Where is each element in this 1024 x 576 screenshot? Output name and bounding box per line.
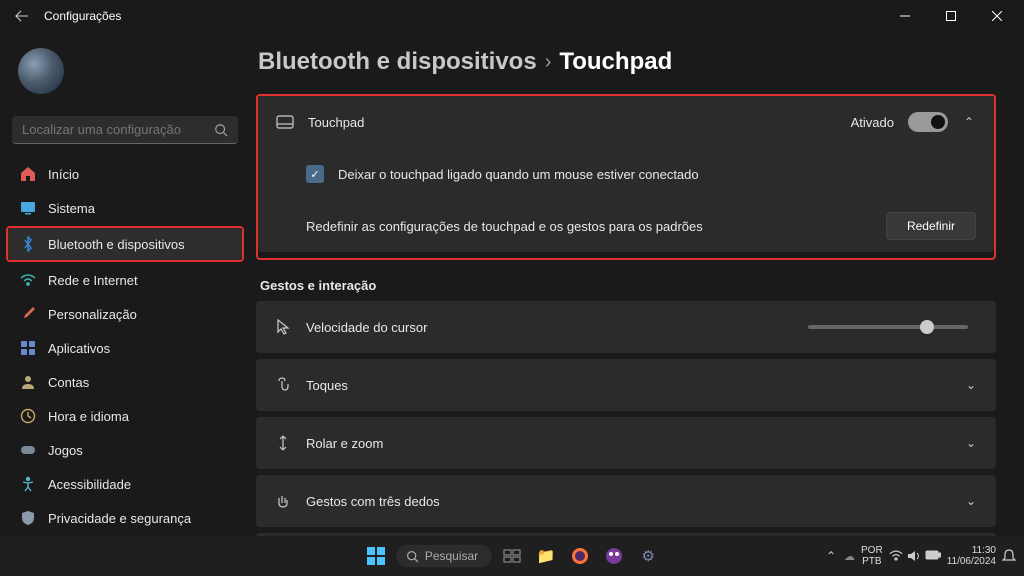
person-icon — [20, 374, 36, 390]
accessibility-icon — [20, 476, 36, 492]
wifi-icon — [20, 272, 36, 288]
scroll-zoom-label: Rolar e zoom — [306, 436, 950, 451]
clock-icon — [20, 408, 36, 424]
chevron-right-icon: › — [545, 51, 552, 74]
slider-thumb[interactable] — [920, 320, 934, 334]
sidebar-item-label: Início — [48, 167, 79, 182]
sidebar-item-time[interactable]: Hora e idioma — [8, 400, 242, 432]
start-button[interactable] — [362, 542, 390, 570]
cursor-speed-slider[interactable] — [808, 325, 968, 329]
back-button[interactable] — [12, 6, 32, 26]
explorer-icon[interactable]: 📁 — [532, 542, 560, 570]
keep-touchpad-label: Deixar o touchpad ligado quando um mouse… — [338, 167, 976, 182]
breadcrumb-parent[interactable]: Bluetooth e dispositivos — [258, 48, 537, 76]
close-button[interactable] — [974, 0, 1020, 32]
home-icon — [20, 166, 36, 182]
avatar — [18, 48, 64, 94]
settings-taskbar-icon[interactable]: ⚙ — [634, 542, 662, 570]
app-icon[interactable] — [600, 542, 628, 570]
tray-expand-icon[interactable]: ⌃ — [824, 549, 838, 563]
content: Bluetooth e dispositivos › Touchpad Touc… — [250, 32, 1024, 536]
sidebar-item-gaming[interactable]: Jogos — [8, 434, 242, 466]
sidebar-item-system[interactable]: Sistema — [8, 192, 242, 224]
breadcrumb: Bluetooth e dispositivos › Touchpad — [256, 48, 996, 76]
onedrive-icon[interactable]: ☁ — [844, 550, 855, 563]
battery-tray-icon[interactable] — [925, 550, 941, 562]
keep-touchpad-row[interactable]: ✓ Deixar o touchpad ligado quando um mou… — [258, 148, 994, 200]
keep-touchpad-checkbox[interactable]: ✓ — [306, 165, 324, 183]
language-indicator[interactable]: PORPTB — [861, 545, 883, 567]
firefox-icon[interactable] — [566, 542, 594, 570]
shield-icon — [20, 510, 36, 526]
reset-label: Redefinir as configurações de touchpad e… — [306, 219, 872, 234]
cursor-icon — [274, 318, 292, 336]
taskbar-search-label: Pesquisar — [425, 549, 478, 563]
chevron-down-icon[interactable]: ⌄ — [964, 436, 978, 450]
brush-icon — [20, 306, 36, 322]
search-icon — [214, 123, 228, 137]
sidebar-item-label: Jogos — [48, 443, 83, 458]
sidebar-item-label: Aplicativos — [48, 341, 110, 356]
app-title: Configurações — [44, 9, 121, 23]
wifi-tray-icon[interactable] — [889, 550, 903, 562]
toggle-state-text: Ativado — [851, 115, 894, 130]
minimize-button[interactable] — [882, 0, 928, 32]
cursor-speed-row: Velocidade do cursor — [256, 301, 996, 353]
taps-row[interactable]: Toques ⌄ — [256, 359, 996, 411]
bluetooth-icon — [20, 236, 36, 252]
maximize-button[interactable] — [928, 0, 974, 32]
sidebar-item-apps[interactable]: Aplicativos — [8, 332, 242, 364]
user-avatar-row[interactable] — [8, 40, 242, 102]
sidebar-item-label: Privacidade e segurança — [48, 511, 191, 526]
chevron-down-icon[interactable]: ⌄ — [964, 378, 978, 392]
sidebar-item-label: Contas — [48, 375, 89, 390]
cursor-speed-label: Velocidade do cursor — [306, 320, 794, 335]
system-icon — [20, 200, 36, 216]
gestures-title: Gestos e interação — [260, 278, 996, 293]
sidebar-item-accessibility[interactable]: Acessibilidade — [8, 468, 242, 500]
taps-label: Toques — [306, 378, 950, 393]
three-finger-label: Gestos com três dedos — [306, 494, 950, 509]
taskbar-search[interactable]: Pesquisar — [396, 545, 492, 567]
chevron-up-icon[interactable]: ⌃ — [962, 115, 976, 129]
three-finger-icon — [274, 492, 292, 510]
touchpad-label: Touchpad — [308, 115, 837, 130]
tap-icon — [274, 376, 292, 394]
reset-button[interactable]: Redefinir — [886, 212, 976, 240]
sidebar-item-label: Acessibilidade — [48, 477, 131, 492]
sidebar-item-bluetooth[interactable]: Bluetooth e dispositivos — [8, 228, 242, 260]
sidebar-item-accounts[interactable]: Contas — [8, 366, 242, 398]
chevron-down-icon[interactable]: ⌄ — [964, 494, 978, 508]
sidebar-item-label: Bluetooth e dispositivos — [48, 237, 185, 252]
clock-tray[interactable]: 11:3011/06/2024 — [947, 545, 996, 567]
sidebar-item-personalization[interactable]: Personalização — [8, 298, 242, 330]
sidebar-item-home[interactable]: Início — [8, 158, 242, 190]
touchpad-toggle-row[interactable]: Touchpad Ativado ⌃ — [258, 96, 994, 148]
sidebar-item-network[interactable]: Rede e Internet — [8, 264, 242, 296]
reset-row: Redefinir as configurações de touchpad e… — [258, 200, 994, 252]
touchpad-toggle[interactable] — [908, 112, 948, 132]
taskbar: Pesquisar 📁 ⚙ ⌃ ☁ PORPTB — [0, 536, 1024, 576]
touchpad-icon — [276, 113, 294, 131]
search-box[interactable] — [12, 116, 238, 144]
sidebar-item-label: Sistema — [48, 201, 95, 216]
sidebar-item-privacy[interactable]: Privacidade e segurança — [8, 502, 242, 534]
sidebar-item-label: Hora e idioma — [48, 409, 129, 424]
three-finger-row[interactable]: Gestos com três dedos ⌄ — [256, 475, 996, 527]
sidebar-item-label: Rede e Internet — [48, 273, 138, 288]
task-view-icon[interactable] — [498, 542, 526, 570]
notifications-icon[interactable] — [1002, 549, 1016, 563]
sidebar: Início Sistema Bluetooth e dispositivos … — [0, 32, 250, 536]
volume-tray-icon[interactable] — [907, 550, 921, 562]
sidebar-item-label: Personalização — [48, 307, 137, 322]
gamepad-icon — [20, 442, 36, 458]
scroll-icon — [274, 434, 292, 452]
apps-icon — [20, 340, 36, 356]
search-input[interactable] — [22, 122, 214, 137]
breadcrumb-current: Touchpad — [559, 48, 672, 76]
scroll-zoom-row[interactable]: Rolar e zoom ⌄ — [256, 417, 996, 469]
